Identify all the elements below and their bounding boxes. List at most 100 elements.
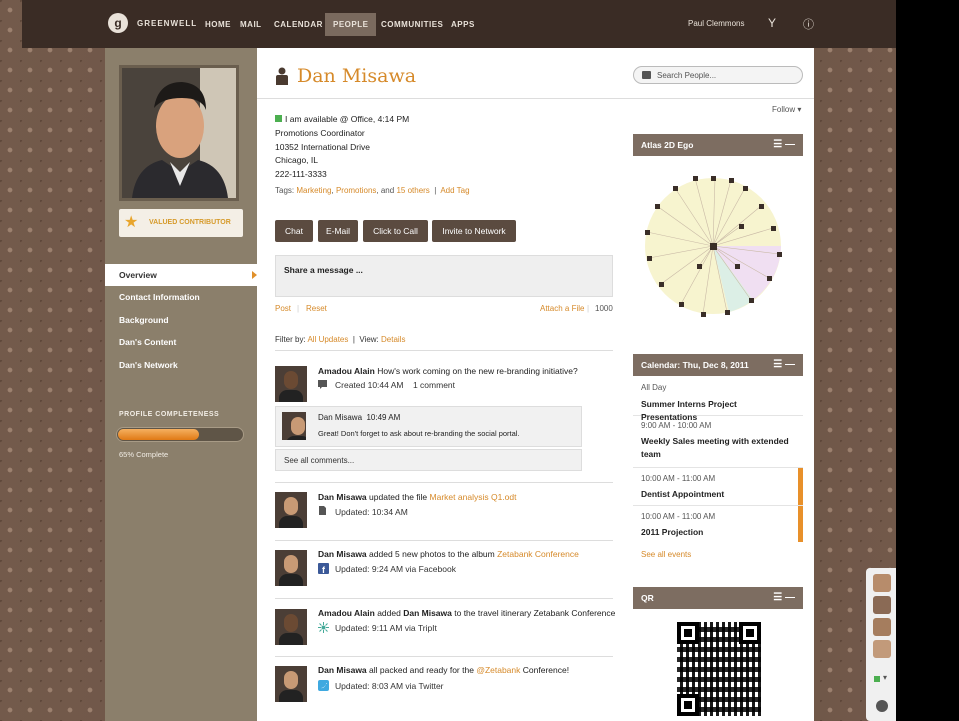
address-line-1: 10352 International Drive: [275, 142, 370, 152]
calendar-event[interactable]: 10:00 AM - 11:00 AM 2011 Projection: [633, 506, 803, 544]
feed-item-5-meta: Updated: 8:03 AM via Twitter: [335, 681, 444, 691]
atlas-2d-ego-panel-header: Atlas 2D Ego ☰ —: [633, 134, 803, 156]
tags-more-link[interactable]: 15 others: [396, 186, 429, 195]
feed-target[interactable]: Dan Misawa: [403, 608, 452, 618]
sidebar-item-background[interactable]: Background: [105, 309, 257, 331]
availability-status-icon: [275, 115, 282, 122]
feed-divider: [275, 482, 613, 483]
email-button[interactable]: E-Mail: [318, 220, 358, 242]
profile-name: Dan Misawa: [297, 65, 417, 87]
follow-button[interactable]: Follow ▾: [772, 105, 801, 114]
tags-row: Tags: Marketing, Promotions, and 15 othe…: [275, 186, 470, 195]
feed-divider: [275, 656, 613, 657]
chat-bubble-icon[interactable]: [876, 700, 888, 712]
greenwell-logo-icon[interactable]: g: [108, 13, 128, 33]
qr-panel-header: QR ☰ —: [633, 587, 803, 609]
nav-mail[interactable]: MAIL: [232, 13, 270, 36]
invite-to-network-button[interactable]: Invite to Network: [432, 220, 516, 242]
brand-name: GREENWELL: [137, 19, 198, 28]
person-icon: [276, 67, 288, 85]
profile-completeness-bar: [116, 427, 244, 442]
feed-divider: [275, 540, 613, 541]
share-message-input[interactable]: Share a message ...: [275, 255, 613, 297]
see-all-comments-link[interactable]: See all comments...: [275, 449, 582, 471]
avatar-dan-misawa[interactable]: [275, 550, 307, 586]
attach-file-link[interactable]: Attach a File: [540, 304, 584, 313]
feed-actor[interactable]: Dan Misawa: [318, 549, 367, 559]
calendar-event[interactable]: All Day Summer Interns Project Presentat…: [633, 378, 803, 422]
file-link[interactable]: Market analysis Q1.odt: [430, 492, 517, 502]
mention-link[interactable]: @Zetabank: [476, 665, 520, 675]
right-black-margin: [896, 0, 959, 721]
share-placeholder: Share a message ...: [284, 265, 363, 275]
view-details[interactable]: Details: [381, 335, 405, 344]
filter-all-updates[interactable]: All Updates: [307, 335, 348, 344]
top-navigation-bar: g GREENWELL HOME MAIL CALENDAR PEOPLE CO…: [22, 0, 896, 48]
reset-button[interactable]: Reset: [306, 304, 327, 313]
chat-button[interactable]: Chat: [275, 220, 313, 242]
sidebar-item-dans-content[interactable]: Dan's Content: [105, 331, 257, 353]
feed-divider: [275, 350, 613, 351]
feed-item-2-meta: Updated: 10:34 AM: [335, 507, 408, 517]
search-placeholder: Search People...: [657, 71, 717, 80]
header-divider: [257, 98, 814, 99]
contact-avatar[interactable]: [873, 618, 891, 636]
avatar-dan-misawa[interactable]: [275, 492, 307, 528]
address-line-2: Chicago, IL: [275, 155, 318, 165]
calendar-event[interactable]: 10:00 AM - 11:00 AM Dentist Appointment: [633, 468, 803, 506]
presence-status-icon[interactable]: [874, 676, 880, 682]
qr-finder: [677, 622, 699, 644]
sidebar-item-contact-information[interactable]: Contact Information: [105, 286, 257, 308]
avatar-amadou-alain[interactable]: [275, 609, 307, 645]
event-marker: [798, 506, 803, 542]
filter-icon[interactable]: Y: [768, 16, 776, 30]
feed-actor[interactable]: Amadou Alain: [318, 608, 375, 618]
qr-finder: [677, 694, 699, 716]
contact-avatar[interactable]: [873, 596, 891, 614]
post-button[interactable]: Post: [275, 304, 291, 313]
search-people-input[interactable]: Search People...: [633, 66, 803, 84]
add-tag-link[interactable]: Add Tag: [440, 186, 469, 195]
contact-avatar[interactable]: [873, 640, 891, 658]
tripit-icon: [318, 622, 329, 633]
profile-completeness-fill: [118, 429, 199, 440]
atlas-ego-network-graph[interactable]: [641, 166, 785, 324]
comment-count[interactable]: 1 comment: [413, 380, 455, 390]
feed-item-4-meta: Updated: 9:11 AM via TripIt: [335, 623, 437, 633]
panel-menu-minimize-icon[interactable]: ☰ —: [773, 587, 795, 609]
avatar-amadou-alain[interactable]: [275, 366, 307, 402]
profile-photo: [119, 65, 239, 201]
tag-marketing[interactable]: Marketing: [296, 186, 331, 195]
event-title: Dentist Appointment: [641, 489, 725, 499]
current-user-name[interactable]: Paul Clemmons: [688, 19, 744, 28]
nav-people[interactable]: PEOPLE: [325, 13, 377, 36]
profile-completeness-label: PROFILE COMPLETENESS: [119, 411, 220, 418]
panel-menu-minimize-icon[interactable]: ☰ —: [773, 354, 795, 376]
contact-avatar[interactable]: [873, 574, 891, 592]
nav-communities[interactable]: COMMUNITIES: [373, 13, 451, 36]
panel-menu-minimize-icon[interactable]: ☰ —: [773, 134, 795, 156]
avatar-dan-misawa[interactable]: [282, 412, 306, 440]
event-time: 10:00 AM - 11:00 AM: [641, 474, 716, 483]
feed-actor[interactable]: Dan Misawa: [318, 492, 367, 502]
event-time: 9:00 AM - 10:00 AM: [641, 421, 712, 430]
qr-finder: [739, 622, 761, 644]
feed-actor[interactable]: Dan Misawa: [318, 665, 367, 675]
feed-item-4-text: Amadou Alain added Dan Misawa to the tra…: [318, 608, 616, 618]
help-icon[interactable]: ⓘ: [803, 16, 814, 32]
album-link[interactable]: Zetabank Conference: [497, 549, 579, 559]
avatar-dan-misawa[interactable]: [275, 666, 307, 702]
panel-title: Atlas 2D Ego: [641, 140, 694, 150]
event-title: Weekly Sales meeting with extended team: [641, 436, 789, 459]
sidebar-item-dans-network[interactable]: Dan's Network: [105, 354, 257, 376]
nav-apps[interactable]: APPS: [443, 13, 483, 36]
calendar-event[interactable]: 9:00 AM - 10:00 AM Weekly Sales meeting …: [633, 416, 803, 468]
nav-calendar[interactable]: CALENDAR: [266, 13, 331, 36]
chevron-down-icon[interactable]: ▾: [883, 673, 887, 682]
job-title: Promotions Coordinator: [275, 128, 365, 138]
tag-promotions[interactable]: Promotions: [336, 186, 376, 195]
see-all-events-link[interactable]: See all events: [641, 550, 691, 559]
sidebar-item-overview[interactable]: Overview: [105, 264, 263, 286]
click-to-call-button[interactable]: Click to Call: [363, 220, 428, 242]
feed-actor[interactable]: Amadou Alain: [318, 366, 375, 376]
